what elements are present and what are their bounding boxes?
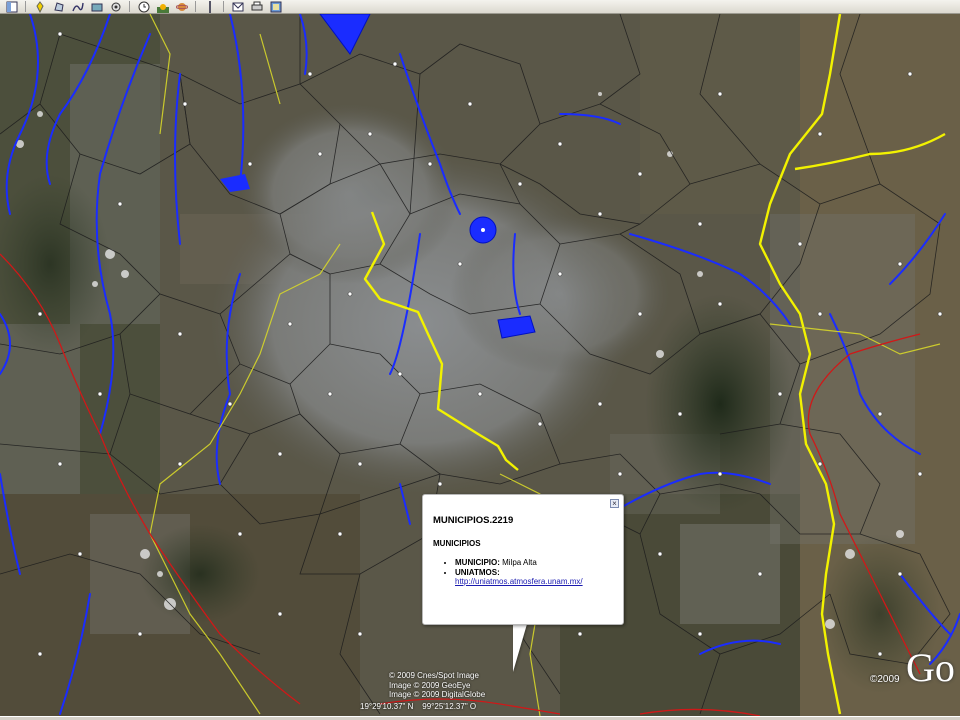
sidebar-icon[interactable] [4,1,19,13]
toolbar-separator [195,1,196,12]
balloon-subtitle: MUNICIPIOS [433,539,481,548]
sun-icon[interactable] [155,1,170,13]
municipio-key: MUNICIPIO: [455,558,500,567]
imagery-attribution: © 2009 Cnes/Spot Image Image © 2009 GeoE… [389,671,485,700]
taskbar [0,716,960,720]
list-item: UNIATMOS:http://uniatmos.atmosfera.unam.… [455,568,613,586]
municipio-value: Milpa Alta [502,558,537,567]
attribution-line: Image © 2009 GeoEye [389,680,471,690]
email-icon[interactable] [230,1,245,13]
toolbar-separator [223,1,224,12]
ruler-icon[interactable] [202,0,217,13]
tour-icon[interactable] [108,1,123,13]
uniatmos-key: UNIATMOS: [455,568,500,577]
placemark-icon[interactable] [32,0,47,13]
toolbar-separator [25,1,26,12]
overlay-icon[interactable] [89,1,104,13]
attribution-line: © 2009 Cnes/Spot Image [389,671,479,680]
logo-copyright: ©2009 [870,674,900,685]
toolbar [0,0,960,14]
coordinate-readout: 19°29'10.37" N 99°25'12.37" O [360,702,477,711]
polygon-icon[interactable] [51,1,66,13]
path-icon[interactable] [70,1,85,13]
uniatmos-link[interactable]: http://uniatmos.atmosfera.unam.mx/ [455,577,583,586]
toolbar-separator [129,1,130,12]
balloon-title: MUNICIPIOS.2219 [433,515,514,526]
info-balloon: × MUNICIPIOS.2219 MUNICIPIOS MUNICIPIO: … [422,494,624,625]
planets-icon[interactable] [174,1,189,13]
attribute-list: MUNICIPIO: Milpa Alta UNIATMOS:http://un… [433,558,613,586]
attribution-line: Image © 2009 DigitalGlobe [389,690,486,699]
map-icon[interactable] [268,1,283,13]
print-icon[interactable] [249,1,264,13]
close-icon[interactable]: × [610,499,619,508]
google-logo: Go [906,645,955,690]
history-icon[interactable] [136,1,151,13]
balloon-pointer [513,624,527,672]
list-item: MUNICIPIO: Milpa Alta [455,558,613,567]
